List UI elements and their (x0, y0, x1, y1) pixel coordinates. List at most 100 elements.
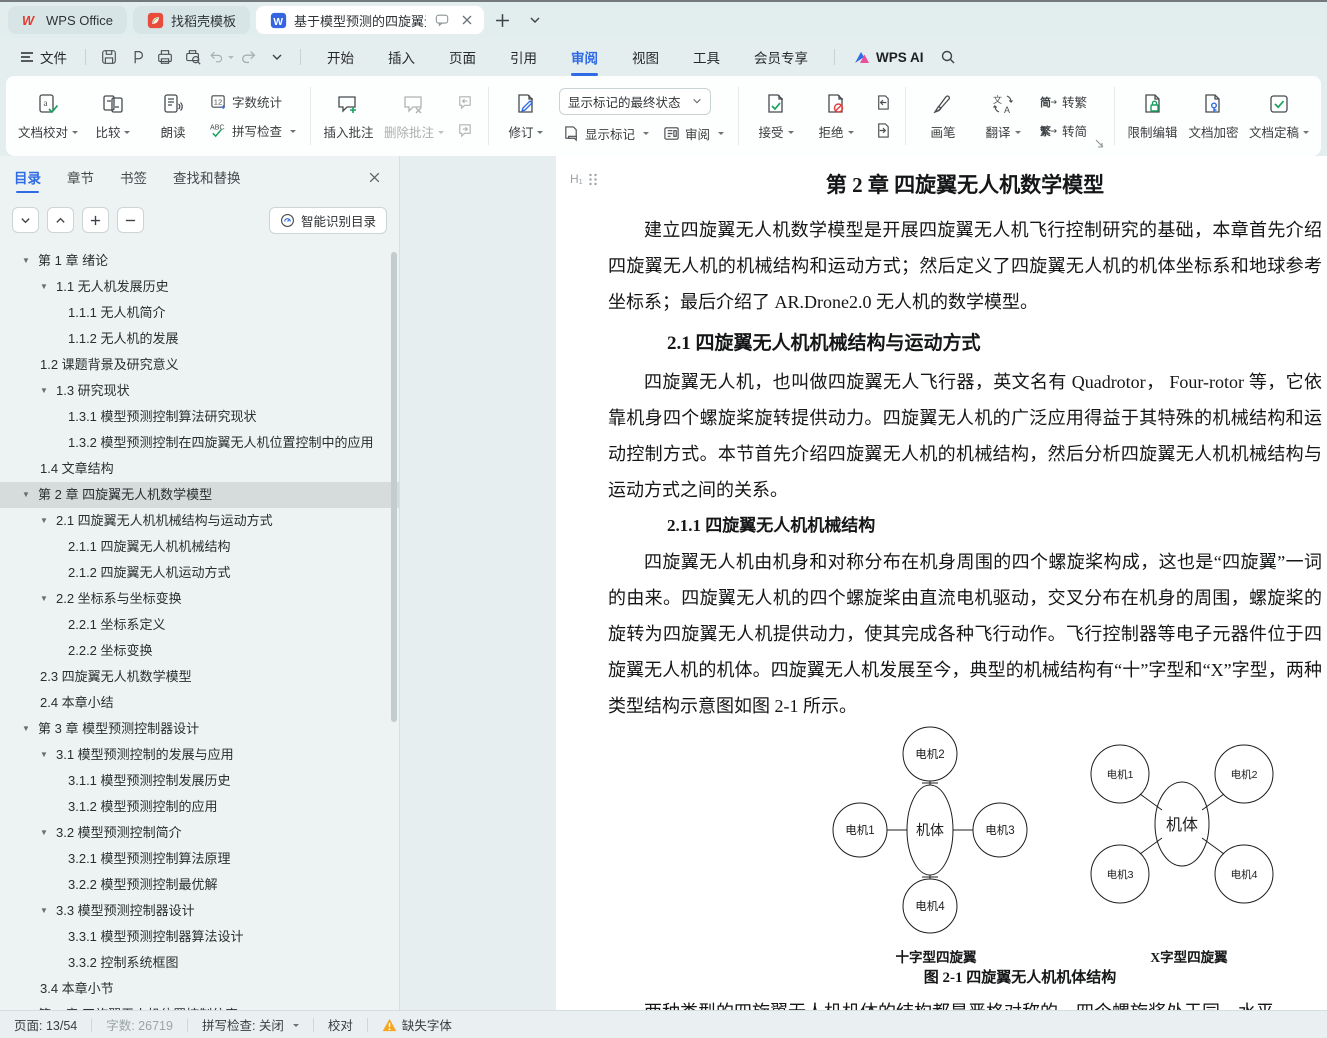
search-icon[interactable] (934, 44, 962, 70)
finalize-button[interactable]: 文档定稿 (1247, 83, 1311, 149)
reject-button[interactable]: 拒绝 (809, 83, 863, 149)
menu-item-insert[interactable]: 插入 (376, 42, 427, 72)
delete-comment-button[interactable]: 删除批注 (382, 83, 446, 149)
collapse-triangle-icon[interactable]: ▼ (40, 508, 56, 534)
sidebar-tab-chapters[interactable]: 章节 (67, 161, 94, 193)
tab-document[interactable]: W 基于模型预测的四旋翼无人机 (255, 6, 484, 34)
export-pdf-button[interactable] (124, 45, 150, 69)
collapse-triangle-icon[interactable]: ▼ (40, 820, 56, 846)
menu-item-view[interactable]: 视图 (620, 42, 671, 72)
redo-button[interactable] (236, 45, 262, 69)
toc-zoom-in-button[interactable] (82, 207, 109, 233)
drag-handle-icon[interactable] (588, 173, 598, 186)
toc-item[interactable]: ▼ 3.1 模型预测控制的发展与应用 (0, 742, 399, 768)
toc-item[interactable]: ▼ 第 2 章 四旋翼无人机数学模型 (0, 482, 399, 508)
doc-proof-button[interactable]: a 文档校对 (16, 83, 80, 149)
toc-item[interactable]: 1.1.2 无人机的发展 (0, 326, 399, 352)
next-comment-button[interactable] (452, 119, 478, 141)
print-button[interactable] (152, 45, 178, 69)
undo-button[interactable] (208, 45, 234, 69)
smart-toc-button[interactable]: 智能识别目录 (268, 206, 387, 234)
document-page[interactable]: H₁ 第 2 章 四旋翼无人机数学模型 建立四旋翼无人机数学模型是开展四旋翼无人… (556, 156, 1327, 1010)
toc-item[interactable]: 2.2.1 坐标系定义 (0, 612, 399, 638)
toc-item[interactable]: 2.2.2 坐标变换 (0, 638, 399, 664)
previous-change-button[interactable] (869, 91, 895, 113)
show-markup-button[interactable]: 显示标记 (559, 122, 653, 145)
toc-item[interactable]: ▼ 3.3 模型预测控制器设计 (0, 898, 399, 924)
menu-item-tools[interactable]: 工具 (681, 42, 732, 72)
compare-button[interactable]: 比较 (86, 83, 140, 149)
toc-item[interactable]: 2.4 本章小结 (0, 690, 399, 716)
toc-item[interactable]: ▼ 第 1 章 绪论 (0, 248, 399, 274)
collapse-triangle-icon[interactable]: ▼ (40, 898, 56, 924)
spell-check-toggle[interactable]: 拼写检查: 关闭 (202, 1015, 299, 1034)
next-change-button[interactable] (869, 119, 895, 141)
menu-item-vip[interactable]: 会员专享 (742, 42, 820, 72)
collapse-triangle-icon[interactable]: ▼ (22, 482, 38, 508)
restrict-edit-button[interactable]: 限制编辑 (1125, 83, 1180, 149)
insert-comment-button[interactable]: 插入批注 (321, 83, 376, 149)
toc-item[interactable]: 1.2 课题背景及研究意义 (0, 352, 399, 378)
to-traditional-button[interactable]: 简 转繁 (1036, 90, 1091, 113)
toc-item[interactable]: ▼ 第 3 章 模型预测控制器设计 (0, 716, 399, 742)
collapse-triangle-icon[interactable]: ▼ (40, 378, 56, 404)
toc-item[interactable]: 3.3.1 模型预测控制器算法设计 (0, 924, 399, 950)
new-tab-button[interactable] (490, 7, 516, 33)
toc-item[interactable]: 1.1.1 无人机简介 (0, 300, 399, 326)
wps-ai-button[interactable]: WPS AI (845, 45, 932, 69)
sidebar-tab-find-replace[interactable]: 查找和替换 (173, 161, 241, 193)
toc-item[interactable]: ▼第 4 章 四旋翼无人机位置控制仿真 (0, 1002, 399, 1010)
toc-item[interactable]: 1.4 文章结构 (0, 456, 399, 482)
word-count-button[interactable]: 12 字数统计 (206, 90, 300, 113)
accept-button[interactable]: 接受 (749, 83, 803, 149)
missing-font-warning[interactable]: 缺失字体 (382, 1015, 452, 1034)
spell-check-button[interactable]: ABC 拼写检查 (206, 119, 300, 142)
file-menu-button[interactable]: 文件 (12, 43, 75, 71)
toc-item[interactable]: ▼ 2.2 坐标系与坐标变换 (0, 586, 399, 612)
toc-item[interactable]: ▼ 1.1 无人机发展历史 (0, 274, 399, 300)
translate-button[interactable]: 文A 翻译 (976, 83, 1030, 149)
toc-item[interactable]: ▼ 1.3 研究现状 (0, 378, 399, 404)
toc-item[interactable]: 1.3.2 模型预测控制在四旋翼无人机位置控制中的应用 (0, 430, 399, 456)
collapse-triangle-icon[interactable]: ▼ (22, 1002, 38, 1010)
toc-item[interactable]: ▼ 2.1 四旋翼无人机机械结构与运动方式 (0, 508, 399, 534)
proofread-button[interactable]: 校对 (328, 1015, 353, 1034)
toc-collapse-up-button[interactable] (47, 207, 74, 233)
sidebar-close-icon[interactable] (363, 166, 385, 188)
toc-item[interactable]: ▼ 3.2 模型预测控制简介 (0, 820, 399, 846)
sidebar-tab-toc[interactable]: 目录 (14, 161, 41, 193)
toc-item[interactable]: 3.3.2 控制系统框图 (0, 950, 399, 976)
toc-item[interactable]: 1.3.1 模型预测控制算法研究现状 (0, 404, 399, 430)
toc-zoom-out-button[interactable] (117, 207, 144, 233)
toc-item[interactable]: 3.1.2 模型预测控制的应用 (0, 794, 399, 820)
page-indicator[interactable]: 页面: 13/54 (14, 1015, 77, 1034)
toc-item[interactable]: 2.1.1 四旋翼无人机机械结构 (0, 534, 399, 560)
tab-wps-office[interactable]: W WPS Office (8, 6, 127, 34)
toc-item[interactable]: 3.1.1 模型预测控制发展历史 (0, 768, 399, 794)
print-preview-button[interactable] (180, 45, 206, 69)
toc-item[interactable]: 2.1.2 四旋翼无人机运动方式 (0, 560, 399, 586)
toc-item[interactable]: 3.4 本章小节 (0, 976, 399, 1002)
menu-item-reference[interactable]: 引用 (498, 42, 549, 72)
menu-item-review[interactable]: 审阅 (559, 42, 610, 76)
toc-expand-down-button[interactable] (12, 207, 39, 233)
quickbar-chevron-icon[interactable] (264, 45, 290, 69)
collapse-triangle-icon[interactable]: ▼ (40, 742, 56, 768)
review-pane-button[interactable]: 审阅 (659, 122, 728, 145)
word-count-indicator[interactable]: 字数: 26719 (106, 1015, 173, 1034)
menu-item-page[interactable]: 页面 (437, 42, 488, 72)
toc-item[interactable]: 3.2.2 模型预测控制最优解 (0, 872, 399, 898)
collapse-triangle-icon[interactable]: ▼ (22, 716, 38, 742)
encrypt-button[interactable]: 文档加密 (1186, 83, 1241, 149)
save-button[interactable] (96, 45, 122, 69)
toc-item[interactable]: 2.3 四旋翼无人机数学模型 (0, 664, 399, 690)
markup-state-dropdown[interactable]: 显示标记的最终状态 (558, 87, 711, 115)
previous-comment-button[interactable] (452, 91, 478, 113)
to-simplified-button[interactable]: 繁 转简 (1036, 119, 1091, 142)
tab-list-chevron-icon[interactable] (522, 7, 548, 33)
brush-button[interactable]: 画笔 (916, 83, 970, 149)
collapse-triangle-icon[interactable]: ▼ (22, 248, 38, 274)
collapse-triangle-icon[interactable]: ▼ (40, 274, 56, 300)
read-aloud-button[interactable]: 朗读 (146, 83, 200, 149)
group-expand-icon[interactable] (1095, 139, 1104, 148)
